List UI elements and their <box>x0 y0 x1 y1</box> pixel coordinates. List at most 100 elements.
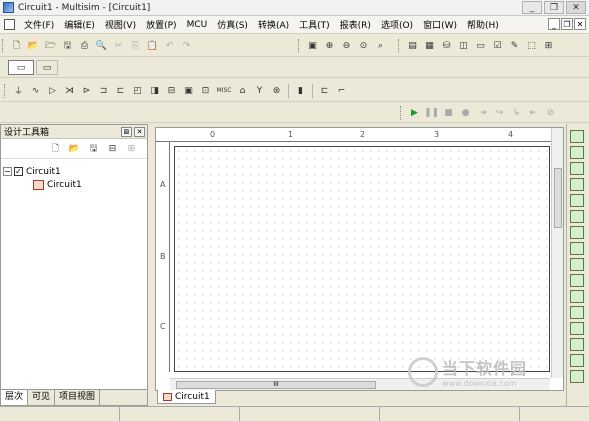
erc-icon[interactable]: ☑ <box>490 38 505 53</box>
menu-mcu[interactable]: MCU <box>182 20 213 30</box>
checkbox-icon[interactable]: ✓ <box>14 167 23 176</box>
print-preview-icon[interactable]: 🔍 <box>94 38 109 53</box>
menu-edit[interactable]: 编辑(E) <box>59 18 100 31</box>
properties-icon[interactable]: ⊞ <box>124 141 139 156</box>
mixed-icon[interactable]: ⊟ <box>164 83 179 98</box>
redo-icon[interactable]: ↷ <box>179 38 194 53</box>
virtual-toggle-icon[interactable]: ▭ <box>36 60 58 75</box>
copy-icon[interactable]: ⎘ <box>128 38 143 53</box>
transistor-icon[interactable]: ⋊ <box>62 83 77 98</box>
diode-icon[interactable]: ▷ <box>45 83 60 98</box>
breadboard-icon[interactable]: ⬚ <box>524 38 539 53</box>
menu-transfer[interactable]: 转换(A) <box>253 18 294 31</box>
logic-analyzer-icon[interactable] <box>570 258 584 271</box>
vertical-scroll-thumb[interactable] <box>554 168 562 228</box>
save-icon[interactable]: 🖫 <box>60 38 75 53</box>
menu-file[interactable]: 文件(F) <box>19 18 59 31</box>
word-generator-icon[interactable] <box>570 242 584 255</box>
zoom-fit-icon[interactable]: ⌕ <box>373 38 388 53</box>
spreadsheet-icon[interactable]: ▦ <box>422 38 437 53</box>
tab-project-view[interactable]: 项目视图 <box>55 390 101 405</box>
bus-icon[interactable]: ⊏ <box>317 83 332 98</box>
network-analyzer-icon[interactable] <box>570 338 584 351</box>
probe-icon[interactable]: ● <box>458 105 473 120</box>
menu-place[interactable]: 放置(P) <box>141 18 181 31</box>
toolbar-grip[interactable] <box>398 38 401 53</box>
tab-circuit1[interactable]: Circuit1 <box>157 390 216 404</box>
agilent-instrument-icon[interactable] <box>570 354 584 367</box>
menu-help[interactable]: 帮助(H) <box>462 18 504 31</box>
tree-child[interactable]: Circuit1 <box>3 178 145 191</box>
source-icon[interactable]: ⏚ <box>11 83 26 98</box>
zoom-in-icon[interactable]: ⊕ <box>322 38 337 53</box>
new-design-icon[interactable]: 🗋 <box>48 141 63 156</box>
zoom-out-icon[interactable]: ⊖ <box>339 38 354 53</box>
minimize-button[interactable]: _ <box>522 1 542 14</box>
wire-icon[interactable]: ⌐ <box>334 83 349 98</box>
in-use-list-icon[interactable]: ▭ <box>8 60 34 75</box>
run-icon[interactable]: ▶ <box>407 105 422 120</box>
probe-toolbar-icon[interactable]: ▮ <box>293 83 308 98</box>
multimeter-icon[interactable] <box>570 130 584 143</box>
component-wizard-icon[interactable]: ✎ <box>507 38 522 53</box>
tab-visibility[interactable]: 可见 <box>28 390 56 405</box>
zoom-area-icon[interactable]: ⊙ <box>356 38 371 53</box>
tab-hierarchy[interactable]: 层次 <box>1 390 29 405</box>
restore-button[interactable]: ❐ <box>544 1 564 14</box>
mdi-close-button[interactable]: ✕ <box>574 18 586 30</box>
indicator-icon[interactable]: ▣ <box>181 83 196 98</box>
schematic-canvas[interactable]: 0 1 2 3 4 A B C III <box>155 127 564 391</box>
vertical-scrollbar[interactable] <box>551 128 563 378</box>
tree-root[interactable]: − ✓ Circuit1 <box>3 165 145 178</box>
size-grip[interactable] <box>520 407 589 421</box>
rf-icon[interactable]: ⌂ <box>235 83 250 98</box>
schematic-sheet[interactable] <box>174 146 550 372</box>
panel-pin-button[interactable]: ⊠ <box>121 127 132 137</box>
collapse-icon[interactable]: − <box>3 167 12 176</box>
stop-icon[interactable]: ■ <box>441 105 456 120</box>
misc-icon[interactable]: MISC <box>215 83 233 98</box>
menu-simulate[interactable]: 仿真(S) <box>212 18 253 31</box>
ladder-icon[interactable]: ⊛ <box>269 83 284 98</box>
print-icon[interactable]: ⎙ <box>77 38 92 53</box>
function-generator-icon[interactable] <box>570 146 584 159</box>
horizontal-scroll-thumb[interactable]: III <box>176 381 376 389</box>
mdi-minimize-button[interactable]: _ <box>548 18 560 30</box>
wattmeter-icon[interactable] <box>570 162 584 175</box>
analog-icon[interactable]: ⊳ <box>79 83 94 98</box>
menu-reports[interactable]: 报表(R) <box>335 18 376 31</box>
toolbar-grip[interactable] <box>2 38 5 53</box>
open-design-icon[interactable]: 📂 <box>67 141 82 156</box>
help-icon[interactable]: ⊞ <box>541 38 556 53</box>
open-icon[interactable]: 📂 <box>26 38 41 53</box>
menu-options[interactable]: 选项(O) <box>376 18 418 31</box>
tektronix-oscilloscope-icon[interactable] <box>570 370 584 383</box>
cmos-icon[interactable]: ⊏ <box>113 83 128 98</box>
basic-icon[interactable]: ∿ <box>28 83 43 98</box>
spectrum-analyzer-icon[interactable] <box>570 322 584 335</box>
toolbar-grip[interactable] <box>400 105 403 120</box>
close-design-icon[interactable]: ⊟ <box>105 141 120 156</box>
step-into-icon[interactable]: ↳ <box>509 105 524 120</box>
menu-tools[interactable]: 工具(T) <box>294 18 335 31</box>
save-design-icon[interactable]: 🖫 <box>86 141 101 156</box>
new-icon[interactable]: 🗋 <box>9 38 24 53</box>
step-icon[interactable]: ⇥ <box>475 105 490 120</box>
bode-plotter-icon[interactable] <box>570 210 584 223</box>
toolbar-grip[interactable] <box>298 38 301 53</box>
toolbar-grip[interactable] <box>4 83 7 98</box>
step-out-icon[interactable]: ⇤ <box>526 105 541 120</box>
cut-icon[interactable]: ✂ <box>111 38 126 53</box>
pause-icon[interactable]: ❚❚ <box>424 105 439 120</box>
open-folder-icon[interactable]: 🗁 <box>43 38 58 53</box>
oscilloscope-icon[interactable] <box>570 178 584 191</box>
panel-close-button[interactable]: ✕ <box>134 127 145 137</box>
power-icon[interactable]: ⊡ <box>198 83 213 98</box>
paste-icon[interactable]: 📋 <box>145 38 160 53</box>
undo-icon[interactable]: ↶ <box>162 38 177 53</box>
close-button[interactable]: ✕ <box>566 1 586 14</box>
postprocessor-icon[interactable]: ▭ <box>473 38 488 53</box>
grapher-icon[interactable]: ◫ <box>456 38 471 53</box>
design-toolbox-icon[interactable]: ▤ <box>405 38 420 53</box>
mdi-restore-button[interactable]: ❐ <box>561 18 573 30</box>
